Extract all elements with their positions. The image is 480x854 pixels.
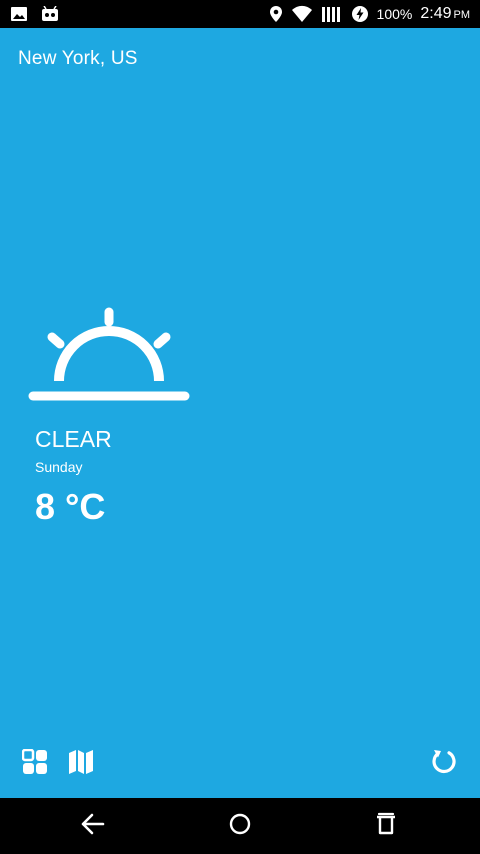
recents-button[interactable] (372, 812, 400, 840)
weather-day: Sunday (35, 459, 83, 475)
refresh-button[interactable] (428, 748, 460, 780)
back-button[interactable] (79, 812, 107, 840)
location-label: New York, US (18, 48, 138, 69)
navigation-bar (0, 798, 480, 854)
status-bar: 100% 2:49 PM (0, 0, 480, 28)
apps-button[interactable] (19, 748, 51, 780)
weather-app: New York, US CLEAR Sunday 8 °C (0, 28, 480, 798)
wifi-icon (291, 5, 313, 23)
gallery-icon (10, 6, 28, 22)
clock-time: 2:49 (420, 5, 452, 22)
sunrise-icon (28, 306, 190, 411)
weather-condition: CLEAR (35, 426, 112, 452)
map-button[interactable] (65, 748, 97, 780)
screen: 100% 2:49 PM New York, US CLEAR Sunday 8 … (0, 0, 480, 854)
map-icon (68, 749, 94, 780)
apps-icon (21, 748, 48, 780)
battery-saver-icon (351, 5, 369, 23)
location-icon (269, 5, 283, 23)
back-icon (80, 812, 106, 841)
recents-icon (374, 812, 398, 841)
android-debug-icon (40, 6, 60, 22)
status-bar-left (10, 0, 60, 28)
clock-ampm: PM (453, 9, 471, 21)
home-button[interactable] (226, 812, 254, 840)
home-icon (228, 812, 252, 841)
battery-percent: 100% (376, 6, 413, 22)
clock: 2:49 PM (420, 5, 470, 23)
signal-icon (321, 5, 343, 23)
refresh-icon (430, 748, 458, 781)
temperature: 8 °C (35, 486, 106, 527)
status-bar-right: 100% 2:49 PM (269, 0, 470, 28)
